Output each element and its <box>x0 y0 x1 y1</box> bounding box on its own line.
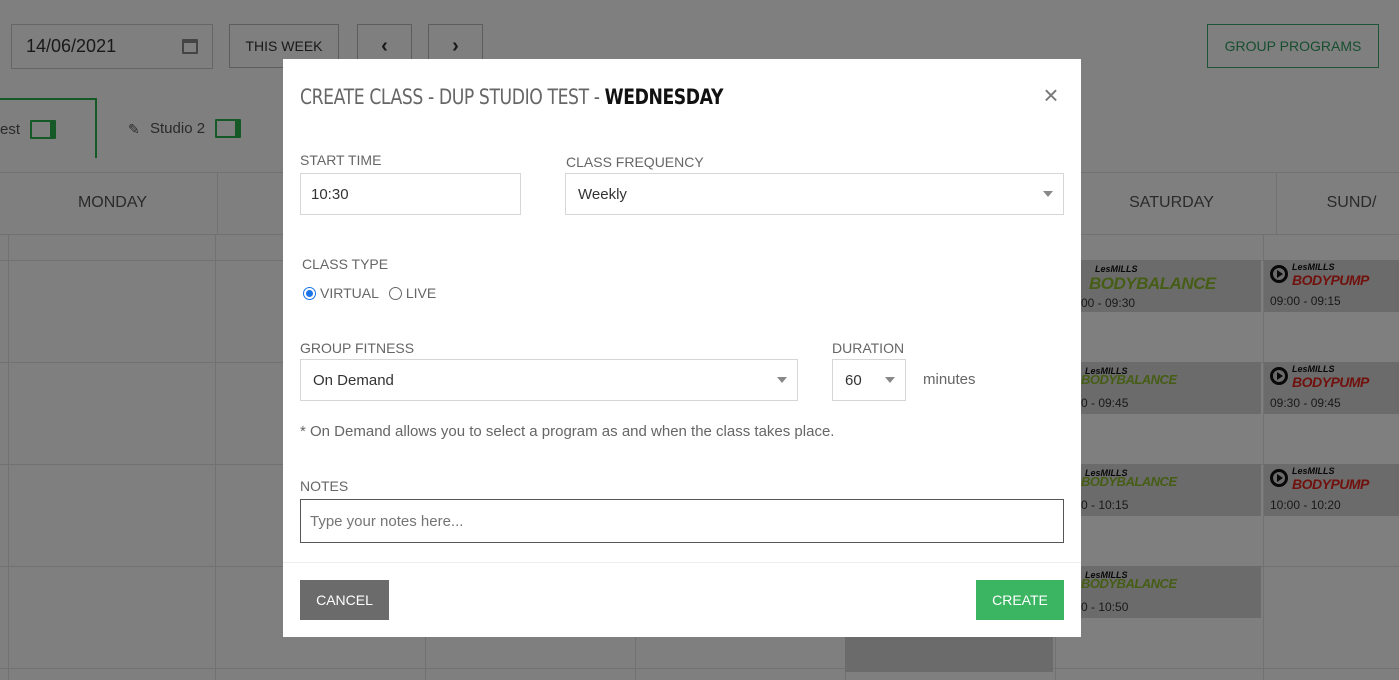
cancel-button[interactable]: CANCEL <box>300 580 389 620</box>
class-frequency-select[interactable]: Weekly <box>565 173 1064 215</box>
on-demand-hint: * On Demand allows you to select a progr… <box>300 423 835 440</box>
chevron-down-icon <box>885 377 895 383</box>
virtual-radio[interactable] <box>303 286 316 300</box>
chevron-down-icon <box>777 377 787 383</box>
group-fitness-value: On Demand <box>313 371 394 389</box>
create-class-modal: CREATE CLASS - DUP STUDIO TEST - WEDNESD… <box>283 59 1081 637</box>
class-frequency-value: Weekly <box>578 185 627 203</box>
duration-label: DURATION <box>832 340 905 356</box>
duration-unit: minutes <box>923 371 976 388</box>
class-type-radio-group: VIRTUAL LIVE <box>303 285 446 301</box>
duration-select[interactable]: 60 <box>832 359 906 401</box>
group-fitness-label: GROUP FITNESS <box>300 340 415 356</box>
group-fitness-select[interactable]: On Demand <box>300 359 798 401</box>
modal-title: CREATE CLASS - DUP STUDIO TEST - WEDNESD… <box>300 85 723 109</box>
modal-title-prefix: CREATE CLASS - DUP STUDIO TEST - <box>300 85 605 109</box>
modal-footer-divider <box>283 562 1081 563</box>
create-button[interactable]: CREATE <box>976 580 1064 620</box>
virtual-radio-label[interactable]: VIRTUAL <box>320 285 379 301</box>
notes-label: NOTES <box>300 478 349 494</box>
modal-title-day: WEDNESDAY <box>604 85 724 109</box>
start-time-label: START TIME <box>300 152 382 168</box>
chevron-down-icon <box>1043 191 1053 197</box>
start-time-input[interactable]: 10:30 <box>300 173 521 215</box>
class-frequency-label: CLASS FREQUENCY <box>566 154 704 170</box>
live-radio[interactable] <box>388 286 402 300</box>
live-radio-label[interactable]: LIVE <box>406 285 436 301</box>
notes-input[interactable] <box>300 499 1064 543</box>
duration-value: 60 <box>845 371 862 389</box>
close-icon[interactable]: × <box>1040 82 1062 108</box>
start-time-value: 10:30 <box>311 185 349 203</box>
class-type-label: CLASS TYPE <box>302 256 389 272</box>
